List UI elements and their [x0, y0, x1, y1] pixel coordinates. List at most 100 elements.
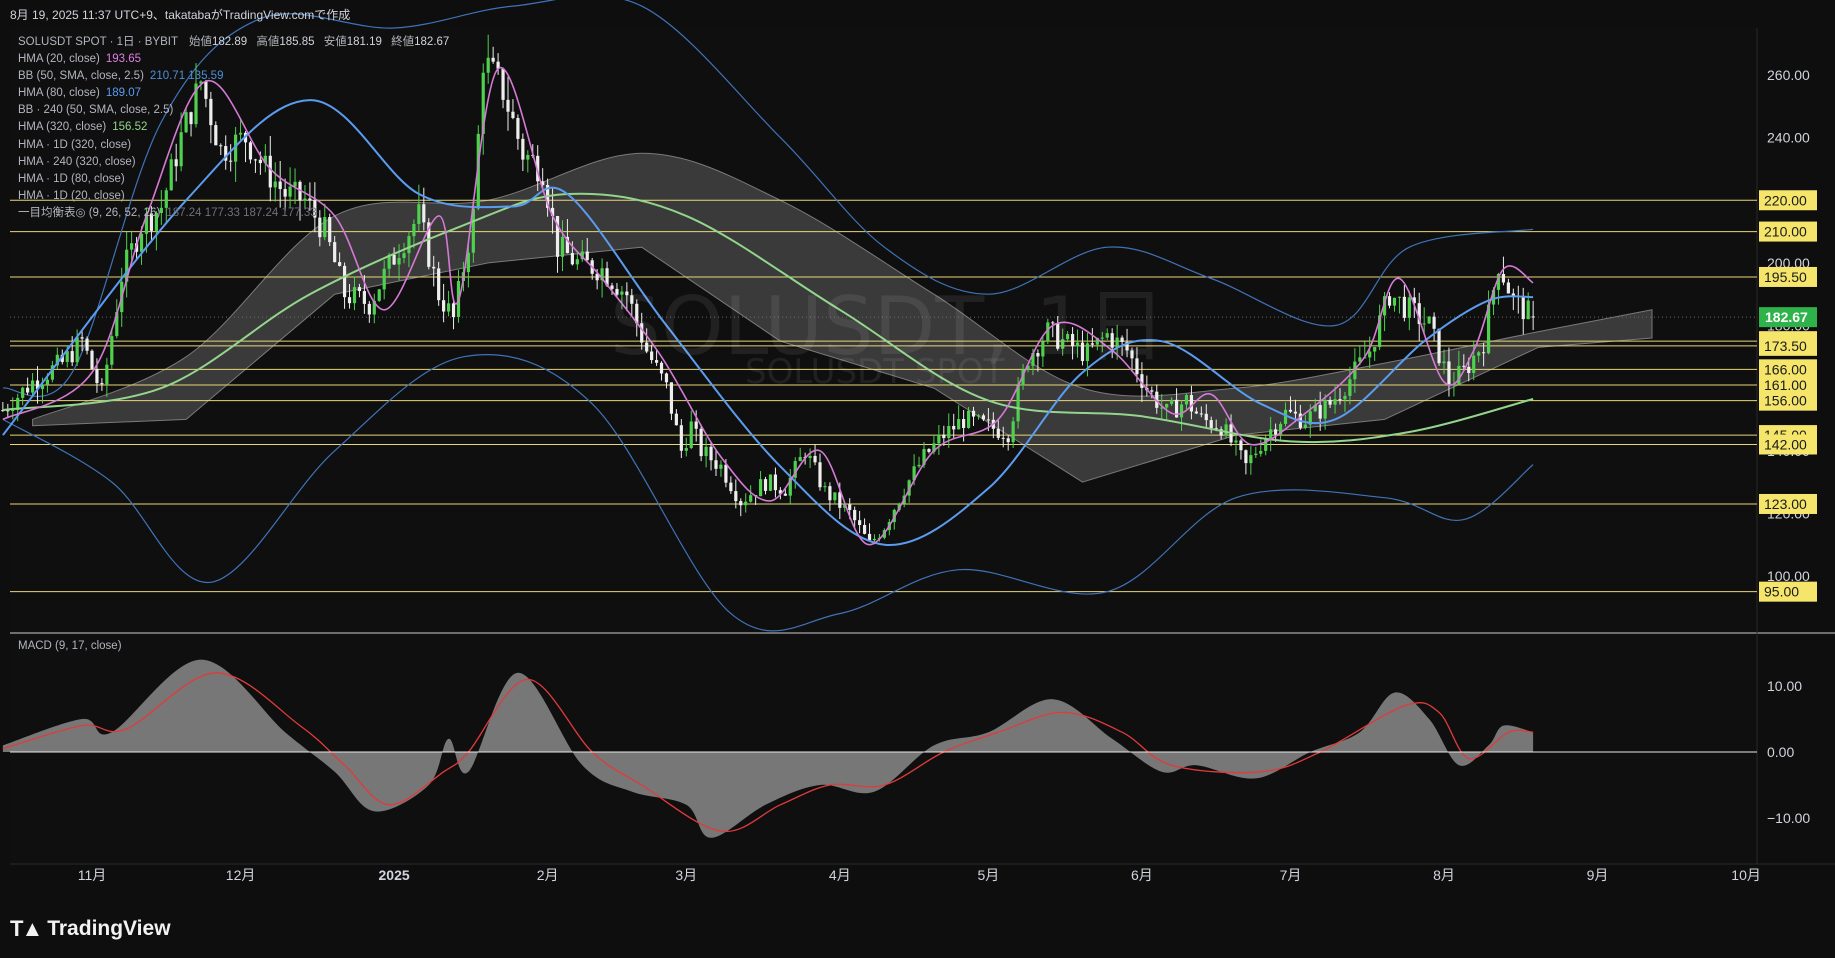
- candle-body: [1392, 297, 1397, 306]
- candle-body: [669, 382, 674, 414]
- candle-body: [714, 460, 718, 469]
- candle-body: [1447, 361, 1451, 386]
- candle-body: [526, 154, 530, 160]
- candle-body: [872, 538, 877, 541]
- candle-body: [26, 387, 30, 393]
- candle-body: [853, 509, 857, 521]
- candle-body: [1368, 351, 1372, 358]
- level-label-text: 173.50: [1764, 338, 1807, 354]
- level-label-text: 166.00: [1764, 361, 1807, 377]
- candle-body: [347, 297, 352, 304]
- candle-body: [362, 291, 366, 304]
- candle-body: [976, 415, 981, 417]
- candle-body: [357, 287, 362, 292]
- high-label: 高値: [256, 36, 280, 48]
- indicator-value: 210.71 135.59: [149, 70, 224, 83]
- tradingview-logo-icon: T▲: [10, 916, 43, 941]
- indicator-label: 一目均衡表◎ (9, 26, 52, 26): [18, 206, 161, 219]
- candle-body: [1328, 399, 1332, 405]
- candle-body: [783, 493, 787, 496]
- candle-body: [85, 338, 89, 351]
- indicator-value: 187.24 177.33 187.24 177.33: [166, 206, 317, 219]
- candle-body: [758, 479, 763, 497]
- candle-body: [1397, 296, 1402, 298]
- candle-body: [511, 111, 515, 119]
- candle-body: [828, 486, 832, 501]
- candle-body: [763, 479, 768, 491]
- candle-body: [1269, 429, 1273, 439]
- indicator-row[interactable]: HMA (320, close) 156.52: [18, 119, 455, 136]
- candle-body: [1264, 438, 1268, 451]
- close-label: 終値: [391, 36, 415, 48]
- candle-body: [684, 448, 688, 451]
- indicator-value: 156.52: [112, 121, 148, 134]
- macd-tick-label: 10.00: [1767, 678, 1802, 694]
- time-tick-label: 2025: [379, 867, 410, 883]
- candle-body: [674, 413, 678, 426]
- candle-body: [1194, 411, 1198, 414]
- candle-body: [1526, 300, 1530, 320]
- open-value: 182.89: [211, 36, 248, 48]
- candle-body: [813, 455, 817, 463]
- indicator-row[interactable]: HMA · 1D (320, close): [18, 137, 455, 154]
- candle-body: [506, 99, 510, 112]
- symbol-legend-row[interactable]: SOLUSDT SPOT · 1日 · BYBIT 始値182.89 高値185…: [18, 34, 455, 51]
- candle-body: [833, 492, 837, 501]
- candle-body: [516, 118, 520, 139]
- candle-body: [585, 251, 589, 261]
- candle-body: [1407, 297, 1411, 318]
- candle-body: [75, 337, 79, 363]
- candle-body: [823, 486, 827, 488]
- candle-body: [1521, 296, 1525, 320]
- candle-body: [699, 428, 703, 457]
- indicator-row[interactable]: HMA · 240 (320, close): [18, 154, 455, 171]
- time-tick-label: 10月: [1731, 867, 1761, 883]
- candle-body: [352, 287, 357, 304]
- indicator-row[interactable]: HMA · 1D (80, close): [18, 171, 455, 188]
- tradingview-logo[interactable]: T▲ TradingView: [10, 916, 171, 942]
- candle-body: [1204, 413, 1208, 421]
- indicator-row[interactable]: HMA · 1D (20, close): [18, 188, 455, 205]
- level-label-text: 210.00: [1764, 224, 1807, 240]
- indicator-row[interactable]: BB (50, SMA, close, 2.5) 210.71 135.59: [18, 68, 455, 85]
- candle-body: [1477, 352, 1481, 356]
- candle-body: [917, 464, 921, 467]
- indicator-row[interactable]: HMA (80, close) 189.07: [18, 85, 455, 102]
- time-tick-label: 2月: [537, 867, 559, 883]
- candle-body: [808, 455, 812, 459]
- candle-body: [724, 464, 728, 483]
- candle-body: [130, 243, 134, 250]
- candle-body: [397, 257, 401, 265]
- level-label-text: 123.00: [1764, 496, 1807, 512]
- candle-body: [412, 223, 416, 237]
- candle-body: [986, 419, 990, 421]
- candle-body: [1437, 328, 1441, 364]
- candle-body: [729, 482, 733, 492]
- macd-legend[interactable]: MACD (9, 17, close): [18, 640, 122, 652]
- candle-body: [575, 259, 579, 265]
- candle-body: [491, 57, 495, 62]
- candle-body: [1288, 409, 1293, 412]
- indicator-row[interactable]: BB · 240 (50, SMA, close, 2.5): [18, 102, 455, 119]
- indicator-label: HMA · 1D (20, close): [18, 189, 125, 202]
- indicator-row[interactable]: 一目均衡表◎ (9, 26, 52, 26) 187.24 177.33 187.…: [18, 205, 455, 222]
- candle-body: [1234, 440, 1238, 443]
- indicator-row[interactable]: HMA (20, close) 193.65: [18, 51, 455, 68]
- candle-body: [432, 266, 436, 269]
- level-label-text: 220.00: [1764, 192, 1807, 208]
- candle-body: [996, 428, 1000, 438]
- macd-tick-label: −10.00: [1767, 810, 1810, 826]
- time-tick-label: 11月: [78, 867, 107, 883]
- indicator-label: HMA (320, close): [18, 121, 107, 134]
- candle-body: [734, 491, 738, 502]
- time-tick-label: 9月: [1587, 867, 1609, 883]
- candle-body: [942, 434, 946, 439]
- candle-body: [962, 419, 966, 428]
- candle-body: [1303, 424, 1307, 428]
- indicator-label: HMA (20, close): [18, 53, 100, 66]
- indicator-label: BB (50, SMA, close, 2.5): [18, 70, 144, 83]
- candle-body: [338, 262, 342, 266]
- candle-body: [867, 533, 872, 541]
- indicator-label: HMA · 240 (320, close): [18, 155, 136, 168]
- candle-body: [1506, 282, 1510, 294]
